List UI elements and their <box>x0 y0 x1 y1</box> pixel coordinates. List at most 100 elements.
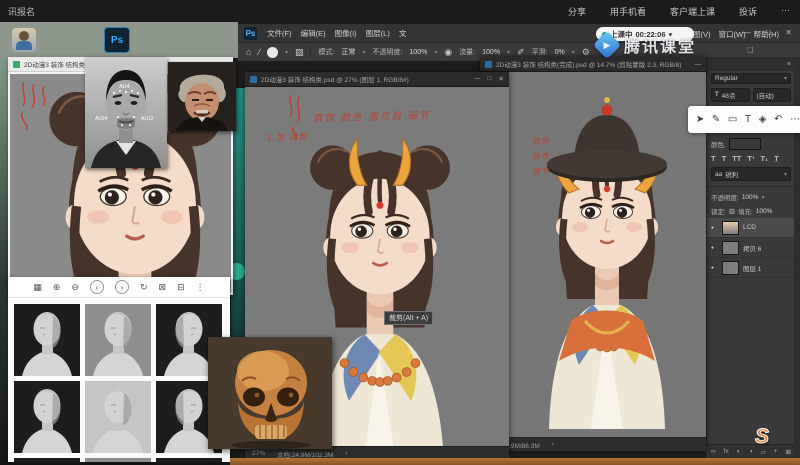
layer-row[interactable]: ●LCD <box>707 218 795 238</box>
text-color-swatch[interactable] <box>729 138 761 150</box>
photoshop-app-icon[interactable]: Ps <box>104 27 130 53</box>
doc1-titlebar[interactable]: 2D动漫3 装饰 结构类.psd @ 27% (图层 1, RGB/8#) —□… <box>245 72 509 87</box>
font-size-field[interactable]: T48点 <box>711 88 750 102</box>
maximize-icon[interactable]: □ <box>765 28 770 38</box>
text-icon[interactable]: T <box>745 114 751 125</box>
layer-list: ●LCD●拷贝 6●图层 1 <box>707 218 795 278</box>
topbar-action[interactable]: 分享 <box>568 5 586 18</box>
leading-field[interactable]: (自动) <box>753 88 792 102</box>
delete-layer-icon[interactable]: ⊠ <box>785 448 790 456</box>
text-style-button[interactable]: T₁ <box>760 154 768 163</box>
bust-photo[interactable] <box>14 381 80 453</box>
visibility-eye-icon[interactable]: ● <box>711 245 718 251</box>
minimize-icon[interactable]: — <box>742 28 750 38</box>
chevron-down-icon[interactable]: ▾ <box>362 49 365 56</box>
panel-menu-icon[interactable]: ≡ <box>787 61 791 68</box>
reference-photo-expression[interactable] <box>168 62 236 131</box>
pen-icon[interactable]: ✎ <box>712 114 720 125</box>
qq-icon[interactable] <box>58 28 82 52</box>
previous-icon[interactable]: ‹ <box>90 280 104 294</box>
bust-photo[interactable] <box>85 381 151 453</box>
brush-preset-icon[interactable] <box>267 47 278 58</box>
layer-effects-icon[interactable]: fx <box>724 448 729 455</box>
watermark-logo: S <box>755 425 769 449</box>
bust-photo[interactable] <box>14 304 80 376</box>
font-style-select[interactable]: Regular▾ <box>711 73 791 84</box>
maximize-icon[interactable]: □ <box>488 75 492 83</box>
new-layer-icon[interactable]: + <box>774 448 778 455</box>
rotate-icon[interactable]: ↻ <box>140 282 148 293</box>
topbar-action[interactable]: ··· <box>781 5 790 18</box>
panel-collapse-icon[interactable]: ❑ <box>747 46 753 54</box>
layers-opacity-value[interactable]: 100% <box>742 194 759 201</box>
visibility-eye-icon[interactable]: ● <box>711 265 718 271</box>
text-style-button[interactable]: T̲ <box>774 154 779 163</box>
topbar-action[interactable]: 客户端上课 <box>670 5 715 18</box>
zoom-in-icon[interactable]: ⊕ <box>53 282 61 293</box>
airbrush-icon[interactable]: ✐ <box>517 47 525 58</box>
antialias-icon: aa <box>715 171 722 178</box>
close-icon[interactable]: ✕ <box>785 28 792 38</box>
bust-photo[interactable] <box>85 304 151 376</box>
adjustment-layer-icon[interactable]: ◑ <box>749 448 753 455</box>
menu-item[interactable]: 图层(L) <box>366 28 390 39</box>
brush-tool-icon[interactable]: ∕ <box>258 47 260 57</box>
doc1-zoom[interactable]: 27% <box>252 450 265 457</box>
brush-panel-icon[interactable]: ▨ <box>295 47 304 58</box>
minimize-icon[interactable]: — <box>474 75 481 83</box>
menu-item[interactable]: 文 <box>399 28 407 39</box>
eraser-icon[interactable]: ◈ <box>759 114 767 125</box>
divider <box>310 46 311 58</box>
menu-item[interactable]: 文件(F) <box>267 28 292 39</box>
chevron-right-icon[interactable]: › <box>552 441 554 448</box>
skull-reference-window[interactable] <box>208 337 332 449</box>
settings-gear-icon[interactable]: ⚙ <box>582 47 590 58</box>
visibility-eye-icon[interactable]: ● <box>711 225 718 231</box>
reference-photo-facs[interactable]: AU4AU24AU12 <box>85 57 167 168</box>
print-icon[interactable]: ⊟ <box>177 282 185 293</box>
font-size-icon: T <box>715 92 719 98</box>
lock-icon[interactable]: ▨ <box>729 207 735 215</box>
pressure-opacity-icon[interactable]: ◉ <box>444 47 452 58</box>
chevron-down-icon[interactable]: ▾ <box>285 49 288 56</box>
fill-value[interactable]: 100% <box>756 208 773 215</box>
next-icon[interactable]: › <box>115 280 129 294</box>
text-style-button[interactable]: T <box>711 154 716 163</box>
flow-value[interactable]: 100% <box>482 49 500 56</box>
opacity-value[interactable]: 100% <box>409 49 427 56</box>
doc2-canvas[interactable]: 首饰颜色细节 <box>480 72 706 437</box>
more-icon[interactable]: ⋮ <box>196 282 205 293</box>
undo-icon[interactable]: ↶ <box>774 114 782 125</box>
chevron-right-icon[interactable]: › <box>345 450 347 457</box>
mode-value[interactable]: 正常 <box>341 47 355 57</box>
topbar-action[interactable]: 用手机看 <box>610 5 646 18</box>
chevron-down-icon[interactable]: ▾ <box>434 49 437 56</box>
text-style-button[interactable]: TT <box>732 154 741 163</box>
cursor-icon[interactable]: ➤ <box>696 114 704 125</box>
delete-icon[interactable]: ⊠ <box>159 282 167 293</box>
topbar-action[interactable]: 投诉 <box>739 5 757 18</box>
thumbnails-icon[interactable]: ▦ <box>33 282 42 293</box>
layer-row[interactable]: ●图层 1 <box>707 258 795 278</box>
rectangle-icon[interactable]: ▭ <box>728 114 737 125</box>
antialias-select[interactable]: aa 锐利 ▾ <box>711 167 791 181</box>
doc2-titlebar[interactable]: 2D动漫3 装饰 结构类(完成).psd @ 14.7% (剪贴蒙版 2.3, … <box>480 57 706 72</box>
chevron-down-icon[interactable]: ▾ <box>507 49 510 56</box>
chevron-down-icon[interactable]: ▾ <box>761 194 764 201</box>
layer-mask-icon[interactable]: ◐ <box>737 448 741 455</box>
more-icon[interactable]: ⋯ <box>790 114 800 125</box>
layer-row[interactable]: ●拷贝 6 <box>707 238 795 258</box>
text-style-button[interactable]: T <box>722 154 727 163</box>
text-style-button[interactable]: T¹ <box>747 154 754 163</box>
chevron-down-icon[interactable]: ▾ <box>572 49 575 56</box>
minimize-icon[interactable]: — <box>695 61 702 68</box>
close-icon[interactable]: ✕ <box>499 75 504 83</box>
window-controls: — □ ✕ <box>742 28 792 38</box>
smooth-value[interactable]: 0% <box>555 49 565 56</box>
link-layers-icon[interactable]: ∞ <box>711 448 716 455</box>
home-icon[interactable]: ⌂ <box>246 47 251 57</box>
zoom-out-icon[interactable]: ⊖ <box>71 282 79 293</box>
contact-avatar-icon[interactable] <box>12 28 36 52</box>
menu-item[interactable]: 编辑(E) <box>301 28 326 39</box>
menu-item[interactable]: 图像(I) <box>335 28 357 39</box>
